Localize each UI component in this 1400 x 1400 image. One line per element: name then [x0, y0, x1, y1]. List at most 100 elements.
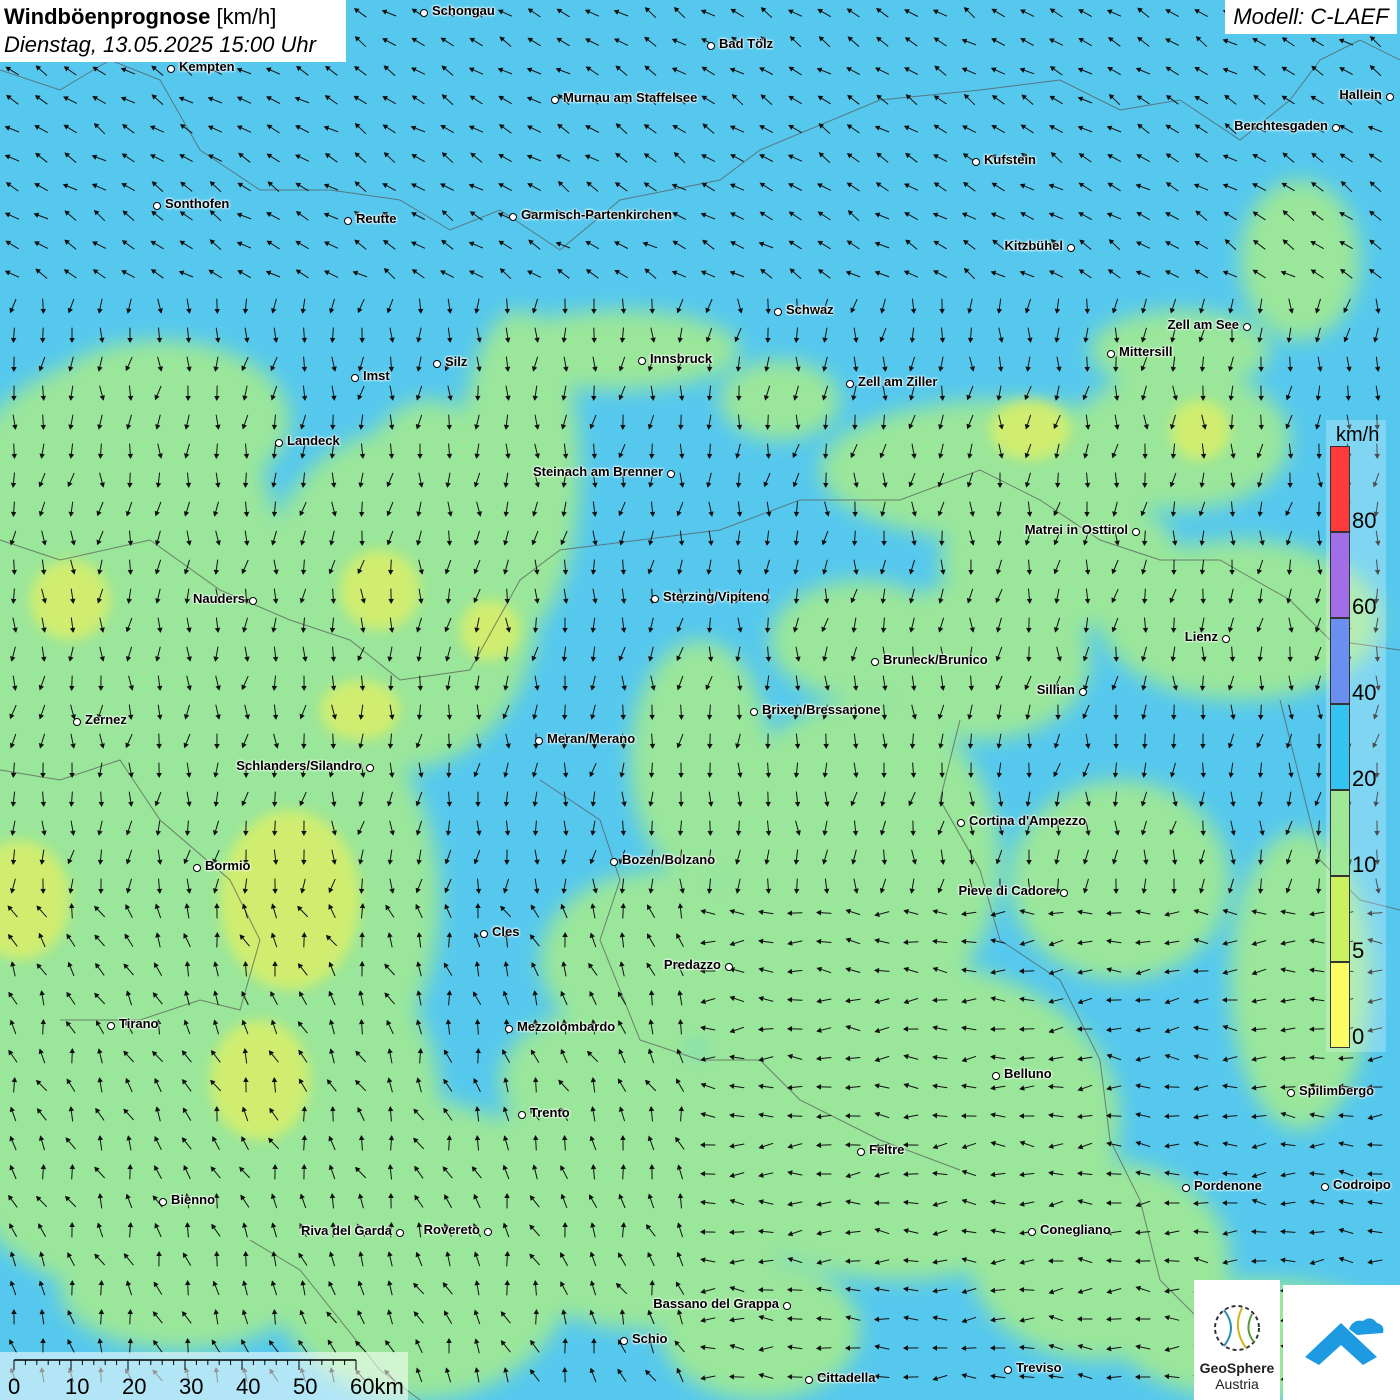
- city-dot: [783, 1302, 791, 1310]
- city-dot: [1243, 323, 1251, 331]
- city-dot: [638, 357, 646, 365]
- city-dot: [1321, 1183, 1329, 1191]
- city-label: Codroipo: [1333, 1177, 1391, 1192]
- city-dot: [1132, 528, 1140, 536]
- model-label: Modell: C-LAEF: [1225, 0, 1397, 34]
- forecast-datetime: Dienstag, 13.05.2025 15:00 Uhr: [4, 32, 316, 57]
- geosphere-icon: [1214, 1305, 1260, 1351]
- wind-gust-map[interactable]: Schongau Bad Tölz Kempten Hallein Murnau am …: [0, 0, 1400, 1400]
- city-dot: [667, 470, 675, 478]
- city-label: Schlanders/Silandro: [236, 758, 362, 773]
- city-label: Landeck: [287, 433, 340, 448]
- city-label: Sterzing/Vipiteno: [663, 589, 769, 604]
- city-dot: [159, 1198, 167, 1206]
- weather-app-logo[interactable]: [1283, 1285, 1400, 1400]
- scale-ticks: [13, 1359, 357, 1370]
- city-label: Bormio: [205, 858, 251, 873]
- city-dot: [275, 439, 283, 447]
- city-dot: [73, 718, 81, 726]
- city-dot: [551, 96, 559, 104]
- yellow-zone: [460, 600, 520, 660]
- city-dot: [1004, 1366, 1012, 1374]
- city-dot: [366, 764, 374, 772]
- green-zone: [500, 310, 740, 390]
- city-dot: [1028, 1228, 1036, 1236]
- city-label: Lienz: [1184, 629, 1218, 644]
- city-label: Innsbruck: [650, 351, 713, 366]
- green-zone: [1010, 780, 1230, 980]
- yellow-zone: [320, 680, 400, 740]
- city-label: Silz: [445, 354, 468, 369]
- city-dot: [505, 1025, 513, 1033]
- city-label: Bozen/Bolzano: [622, 852, 716, 867]
- city-dot: [774, 308, 782, 316]
- city-label: Brixen/Bressanone: [762, 702, 881, 717]
- cloud-arrow-icon: [1305, 1318, 1384, 1365]
- city-label: Berchtesgaden: [1234, 118, 1328, 133]
- scale-bar: 0 10 20 30 40 50 60km: [0, 1352, 408, 1400]
- city-dot: [651, 595, 659, 603]
- city-dot: [509, 213, 517, 221]
- city-label: Meran/Merano: [547, 731, 636, 746]
- legend-band: [1330, 446, 1350, 532]
- scale-label: 30: [179, 1374, 204, 1399]
- legend-band: [1330, 790, 1350, 876]
- city-dot: [1079, 688, 1087, 696]
- scale-label: 20: [122, 1374, 147, 1399]
- city-dot: [610, 858, 618, 866]
- city-dot: [1386, 93, 1394, 101]
- city-dot: [750, 708, 758, 716]
- city-dot: [351, 374, 359, 382]
- city-label: Hallein: [1339, 87, 1382, 102]
- scale-label: 40: [236, 1374, 261, 1399]
- map-title: Windböenprognose [km/h]: [4, 3, 342, 31]
- legend-label: 10: [1352, 852, 1377, 877]
- green-zone: [370, 400, 490, 520]
- city-label: Matrei in Osttirol: [1024, 522, 1128, 537]
- city-label: Schio: [632, 1331, 668, 1346]
- city-dot: [1067, 244, 1075, 252]
- city-dot: [249, 597, 257, 605]
- legend-label: 80: [1352, 508, 1377, 533]
- city-dot: [871, 658, 879, 666]
- city-dot: [107, 1022, 115, 1030]
- city-label: Feltre: [869, 1142, 905, 1157]
- title-box: Windböenprognose [km/h] Dienstag, 13.05.…: [0, 0, 346, 62]
- city-label: Bienno: [171, 1192, 216, 1207]
- logo-text-geosphere: GeoSphere: [1199, 1360, 1275, 1376]
- city-label: Trento: [530, 1105, 570, 1120]
- legend-label: 0: [1352, 1024, 1365, 1049]
- city-label: Murnau am Staffelsee: [563, 90, 698, 105]
- legend-band: [1330, 876, 1350, 962]
- city-label: Steinach am Brenner: [532, 464, 663, 479]
- city-dot: [1287, 1089, 1295, 1097]
- city-dot: [420, 9, 428, 17]
- yellow-zone: [220, 810, 360, 990]
- geosphere-austria-logo[interactable]: GeoSphere Austria: [1194, 1280, 1280, 1400]
- scale-label: 10: [65, 1374, 90, 1399]
- city-label: Mittersill: [1119, 344, 1173, 359]
- city-dot: [396, 1229, 404, 1237]
- city-label: Tirano: [119, 1016, 159, 1031]
- city-dot: [344, 217, 352, 225]
- city-label: Zell am Ziller: [858, 374, 938, 389]
- city-dot: [957, 819, 965, 827]
- legend-band: [1330, 704, 1350, 790]
- city-label: Imst: [363, 368, 390, 383]
- city-dot: [535, 737, 543, 745]
- city-label: Mezzolombardo: [517, 1019, 616, 1034]
- city-dot: [433, 360, 441, 368]
- city-label: Bassano del Grappa: [653, 1296, 779, 1311]
- city-dot: [193, 864, 201, 872]
- city-label: Kitzbühel: [1004, 238, 1064, 253]
- legend-unit: km/h: [1336, 424, 1380, 446]
- city-dot: [846, 380, 854, 388]
- title-unit: [km/h]: [216, 4, 277, 29]
- legend-band: [1330, 618, 1350, 704]
- city-label: Predazzo: [663, 957, 721, 972]
- city-label: Reutte: [356, 211, 397, 226]
- city-label: Cortina d'Ampezzo: [969, 813, 1087, 828]
- city-dot: [1060, 889, 1068, 897]
- city-label: Treviso: [1016, 1360, 1062, 1375]
- city-label: Zell am See: [1167, 317, 1239, 332]
